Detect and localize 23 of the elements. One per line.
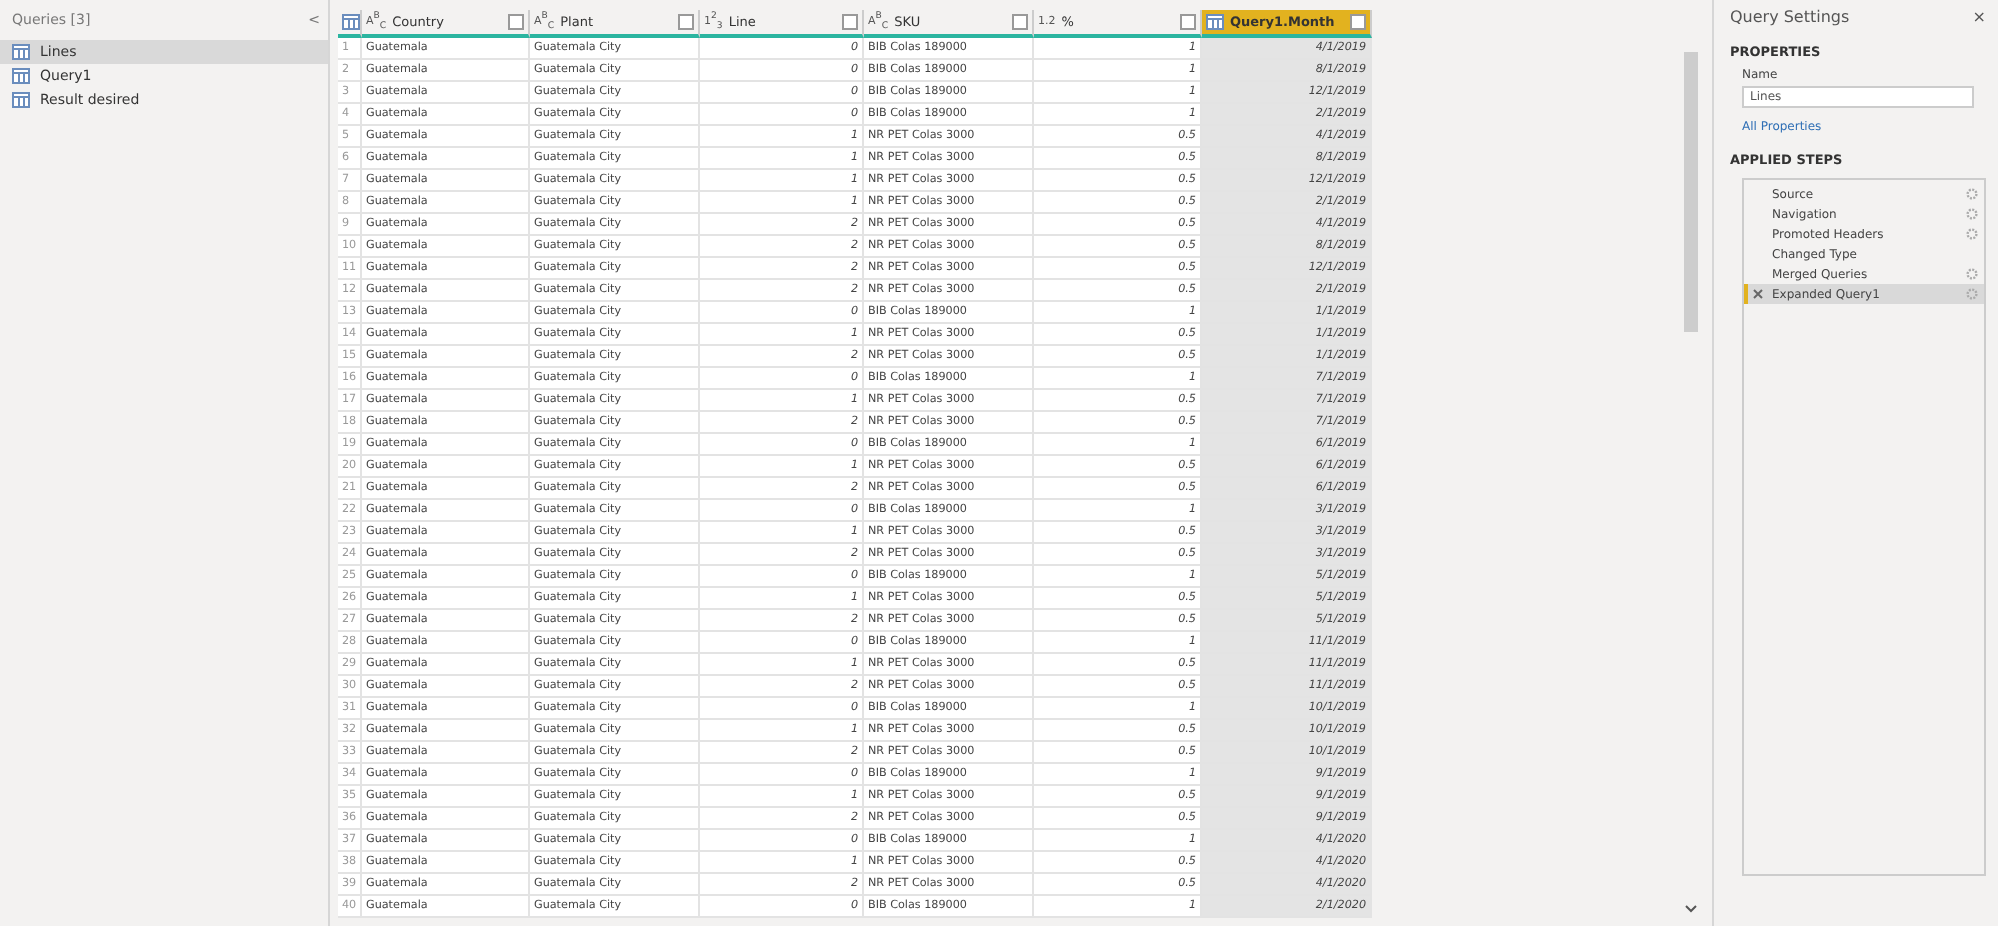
settings-icon[interactable]	[1966, 188, 1978, 200]
delete-icon[interactable]	[1752, 288, 1764, 300]
filter-dropdown[interactable]	[678, 14, 694, 30]
filter-dropdown[interactable]	[1180, 14, 1196, 30]
settings-icon[interactable]	[1966, 208, 1978, 220]
filter-dropdown[interactable]	[1012, 14, 1028, 30]
table-icon	[342, 14, 360, 30]
settings-icon[interactable]	[1966, 288, 1978, 300]
filter-dropdown[interactable]	[508, 14, 524, 30]
settings-icon[interactable]	[1966, 228, 1978, 240]
scroll-thumb[interactable]	[1683, 52, 1697, 332]
chevron-down-icon[interactable]	[1683, 904, 1697, 914]
scrollbar[interactable]	[1680, 52, 1700, 914]
table-icon	[12, 44, 30, 60]
table-icon	[12, 68, 30, 84]
close-button[interactable]: ×	[1972, 8, 1986, 26]
table-icon	[1206, 14, 1224, 30]
table-menu-button[interactable]	[338, 10, 362, 38]
filter-dropdown[interactable]	[842, 14, 858, 30]
settings-icon[interactable]	[1966, 268, 1978, 280]
pane-title: Query Settings	[1730, 8, 1850, 26]
table-icon	[12, 92, 30, 108]
filter-dropdown[interactable]	[1350, 14, 1366, 30]
